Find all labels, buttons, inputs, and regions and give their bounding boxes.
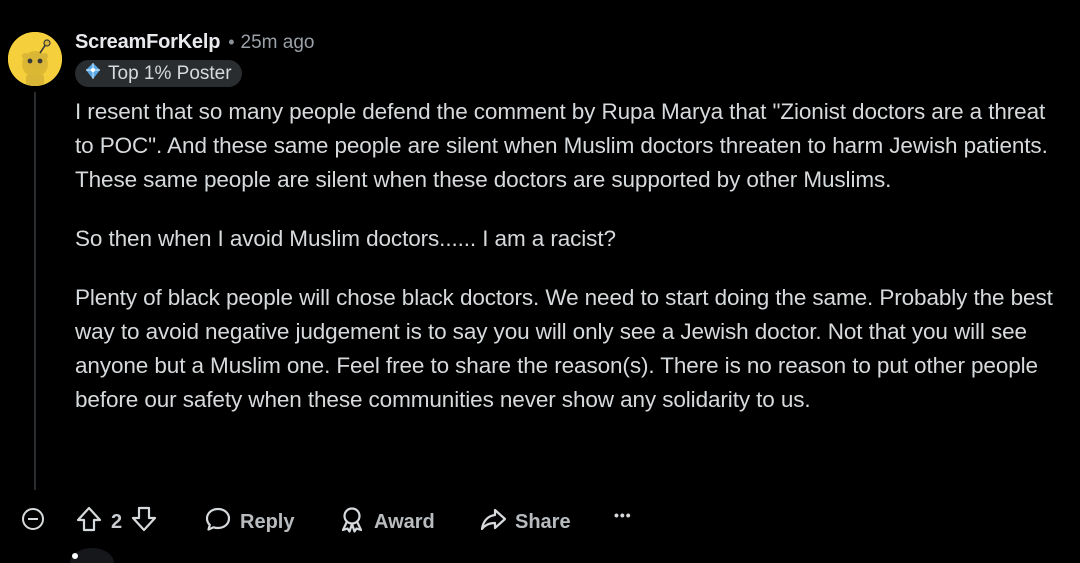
upvote-icon[interactable] bbox=[75, 505, 103, 539]
reply-icon bbox=[204, 505, 232, 539]
award-button[interactable]: Award bbox=[338, 505, 435, 539]
comment-paragraph: Plenty of black people will chose black … bbox=[75, 285, 1053, 412]
comment-body: I resent that so many people defend the … bbox=[75, 95, 1065, 417]
vote-count: 2 bbox=[111, 510, 123, 533]
vote-group: 2 bbox=[75, 505, 158, 539]
user-flair: Top 1% Poster bbox=[75, 60, 242, 87]
reply-button[interactable]: Reply bbox=[204, 505, 294, 539]
diamond-badge-icon bbox=[84, 62, 102, 85]
flair-label: Top 1% Poster bbox=[108, 62, 232, 84]
award-icon bbox=[338, 505, 366, 539]
username[interactable]: ScreamForKelp bbox=[75, 31, 220, 54]
comment-actions: 2 Reply Award Share ••• bbox=[0, 499, 1080, 539]
downvote-icon[interactable] bbox=[130, 505, 158, 539]
online-indicator bbox=[72, 553, 78, 559]
comment: ScreamForKelp • 25m ago Top 1% Poster I … bbox=[0, 0, 1080, 563]
award-label: Award bbox=[374, 510, 435, 533]
share-button[interactable]: Share bbox=[479, 505, 571, 539]
meta-separator: • bbox=[228, 32, 235, 52]
reply-label: Reply bbox=[240, 510, 295, 533]
share-label: Share bbox=[515, 510, 571, 533]
comment-paragraph: So then when I avoid Muslim doctors.....… bbox=[75, 226, 616, 251]
timestamp: 25m ago bbox=[240, 31, 315, 53]
avatar[interactable] bbox=[8, 32, 62, 86]
comment-meta: ScreamForKelp • 25m ago bbox=[75, 31, 315, 54]
share-icon bbox=[479, 505, 507, 539]
comment-paragraph: I resent that so many people defend the … bbox=[75, 99, 1048, 192]
more-icon[interactable]: ••• bbox=[614, 507, 632, 523]
thread-line[interactable] bbox=[34, 92, 36, 490]
